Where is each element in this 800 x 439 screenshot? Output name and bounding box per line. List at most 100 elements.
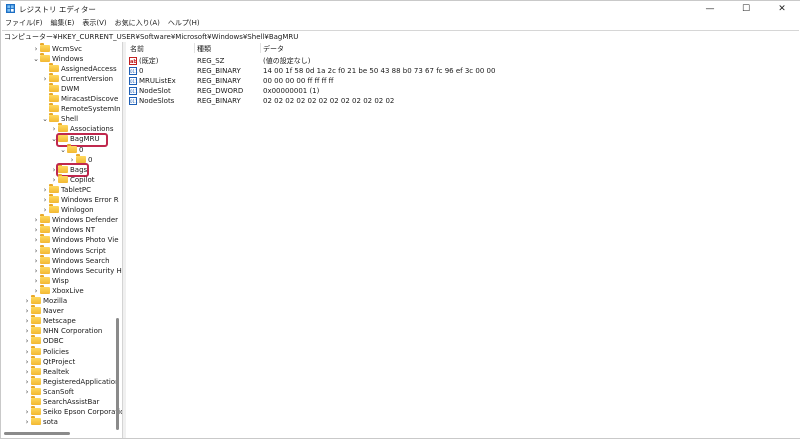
menu-help[interactable]: ヘルプ(H)	[164, 17, 204, 29]
chevron-right-icon[interactable]: ›	[23, 407, 31, 417]
chevron-right-icon[interactable]: ›	[23, 326, 31, 336]
window-title: レジストリ エディター	[19, 5, 96, 14]
menu-favorites[interactable]: お気に入り(A)	[111, 17, 164, 29]
column-divider[interactable]	[260, 43, 261, 53]
chevron-right-icon[interactable]: ›	[23, 316, 31, 326]
value-type: REG_BINARY	[197, 67, 241, 75]
folder-icon	[40, 244, 50, 254]
chevron-right-icon[interactable]: ›	[41, 74, 49, 84]
chevron-right-icon[interactable]: ›	[23, 347, 31, 357]
tree-item[interactable]: › Windows Photo Vie	[32, 234, 119, 245]
folder-icon	[31, 355, 41, 365]
tree-item[interactable]: › Winlogon	[41, 204, 94, 215]
title-bar[interactable]: レジストリ エディター — ☐ ✕	[1, 1, 800, 17]
chevron-down-icon[interactable]: ⌄	[32, 54, 40, 64]
chevron-right-icon[interactable]: ›	[23, 296, 31, 306]
tree-item[interactable]: › Windows Defender	[32, 214, 118, 225]
registry-editor-app-icon	[6, 4, 15, 13]
chevron-right-icon[interactable]: ›	[32, 246, 40, 256]
tree-item[interactable]: ⌄ 0	[59, 143, 83, 155]
menu-file[interactable]: ファイル(F)	[1, 17, 47, 29]
tree-item[interactable]: › Windows Script	[32, 244, 106, 256]
tree-item[interactable]: › Wisp	[32, 274, 69, 286]
tree-item[interactable]: › XboxLive	[32, 284, 84, 296]
chevron-right-icon[interactable]: ›	[32, 44, 40, 54]
tree-item-label: Realtek	[43, 367, 70, 376]
folder-icon	[49, 183, 59, 193]
chevron-right-icon[interactable]: ›	[32, 256, 40, 266]
tree-item[interactable]: ⌄ Windows	[32, 52, 84, 64]
chevron-down-icon[interactable]: ⌄	[59, 145, 67, 155]
value-row[interactable]: 011 NodeSlot REG_DWORD 0x00000001 (1)	[126, 86, 799, 96]
value-row[interactable]: 011 MRUListEx REG_BINARY 00 00 00 00 ff ff …	[126, 76, 799, 86]
folder-icon	[40, 274, 50, 284]
value-name: NodeSlots	[139, 97, 175, 105]
chevron-right-icon[interactable]: ›	[41, 195, 49, 205]
column-header-name[interactable]: 名前	[130, 44, 144, 54]
tree-item-label: Mozilla	[43, 297, 68, 305]
tree-item[interactable]: › Seiko Epson Corporatio	[23, 406, 122, 417]
chevron-right-icon[interactable]: ›	[23, 336, 31, 346]
value-data: 00 00 00 00 ff ff ff ff	[263, 77, 334, 85]
chevron-right-icon[interactable]: ›	[23, 417, 31, 427]
tree-horizontal-scrollbar[interactable]	[1, 429, 115, 437]
column-header-type[interactable]: 種類	[197, 44, 211, 54]
value-row[interactable]: 011 NodeSlots REG_BINARY 02 02 02 02 02 02 …	[126, 96, 799, 106]
chevron-right-icon[interactable]: ›	[23, 357, 31, 367]
tree-item[interactable]: RemoteSystemIn	[41, 103, 121, 114]
tree-item[interactable]: › Copilot	[50, 173, 95, 185]
tree-item[interactable]: › Policies	[23, 345, 69, 357]
tree-item-label: Naver	[43, 307, 64, 316]
value-type: REG_DWORD	[197, 87, 244, 95]
value-row[interactable]: 011 0 REG_BINARY 14 00 1f 58 0d 1a 2c f0 21…	[126, 66, 799, 76]
tree-item-label: Netscape	[43, 317, 76, 326]
tree-item-label: Copilot	[70, 175, 95, 184]
folder-icon	[40, 284, 50, 294]
tree-item-label: Windows	[52, 54, 84, 63]
chevron-right-icon[interactable]: ›	[32, 225, 40, 235]
chevron-right-icon[interactable]: ›	[32, 276, 40, 286]
chevron-right-icon[interactable]: ›	[32, 215, 40, 225]
tree-item[interactable]: › Naver	[23, 305, 64, 316]
chevron-right-icon[interactable]: ›	[23, 306, 31, 316]
menu-edit[interactable]: 編集(E)	[47, 17, 79, 29]
chevron-down-icon[interactable]: ⌄	[41, 114, 49, 124]
tree-item[interactable]: › WcmSvc	[32, 42, 82, 54]
chevron-right-icon[interactable]: ›	[23, 387, 31, 397]
column-header-data[interactable]: データ	[263, 44, 284, 54]
address-path[interactable]: コンピューター¥HKEY_CURRENT_USER¥Software¥Micro…	[4, 32, 298, 42]
tree-item[interactable]: › ODBC	[23, 335, 63, 346]
tree-scroll-thumb[interactable]	[116, 318, 119, 430]
tree-item-label: XboxLive	[52, 286, 84, 295]
tree-item[interactable]: › Windows Search	[32, 254, 110, 266]
maximize-button[interactable]: ☐	[728, 1, 764, 17]
tree-item[interactable]: › RegisteredApplication	[23, 375, 120, 387]
chevron-right-icon[interactable]: ›	[32, 235, 40, 245]
tree-vertical-scrollbar[interactable]	[115, 42, 120, 438]
tree-item[interactable]: › Mozilla	[23, 295, 68, 306]
folder-icon	[58, 123, 68, 133]
value-name: (既定)	[139, 57, 159, 65]
key-tree-pane[interactable]: › WcmSvc ⌄ Windows AssignedAccess › CurrentVer…	[1, 42, 122, 438]
chevron-right-icon[interactable]: ›	[32, 266, 40, 276]
tree-item-label: SearchAssistBar	[43, 398, 100, 406]
tree-item-label: Windows Photo Vie	[52, 236, 119, 245]
tree-item-label: QtProject	[43, 357, 76, 366]
minimize-button[interactable]: —	[692, 1, 728, 17]
tree-item-label: Shell	[61, 115, 79, 124]
tree-hscroll-thumb[interactable]	[4, 432, 70, 435]
chevron-right-icon[interactable]: ›	[41, 185, 49, 195]
menu-view[interactable]: 表示(V)	[78, 17, 110, 29]
folder-icon	[31, 325, 41, 335]
tree-item[interactable]: › Windows Security H	[32, 264, 122, 276]
close-button[interactable]: ✕	[764, 1, 800, 17]
values-list-pane[interactable]: 名前 種類 データ ab (既定) REG_SZ (値の設定なし) 011 0 REG_BI…	[126, 42, 799, 438]
tree-item[interactable]: › Realtek	[23, 365, 70, 377]
chevron-right-icon[interactable]: ›	[23, 377, 31, 387]
tree-item[interactable]: › sota	[23, 416, 58, 427]
tree-item[interactable]: DWM	[41, 82, 79, 94]
column-divider[interactable]	[194, 43, 195, 53]
chevron-right-icon[interactable]: ›	[23, 367, 31, 377]
value-row[interactable]: ab (既定) REG_SZ (値の設定なし)	[126, 56, 799, 66]
registry-editor-window: レジストリ エディター — ☐ ✕ ファイル(F) 編集(E) 表示(V) お気に入り…	[0, 0, 800, 439]
